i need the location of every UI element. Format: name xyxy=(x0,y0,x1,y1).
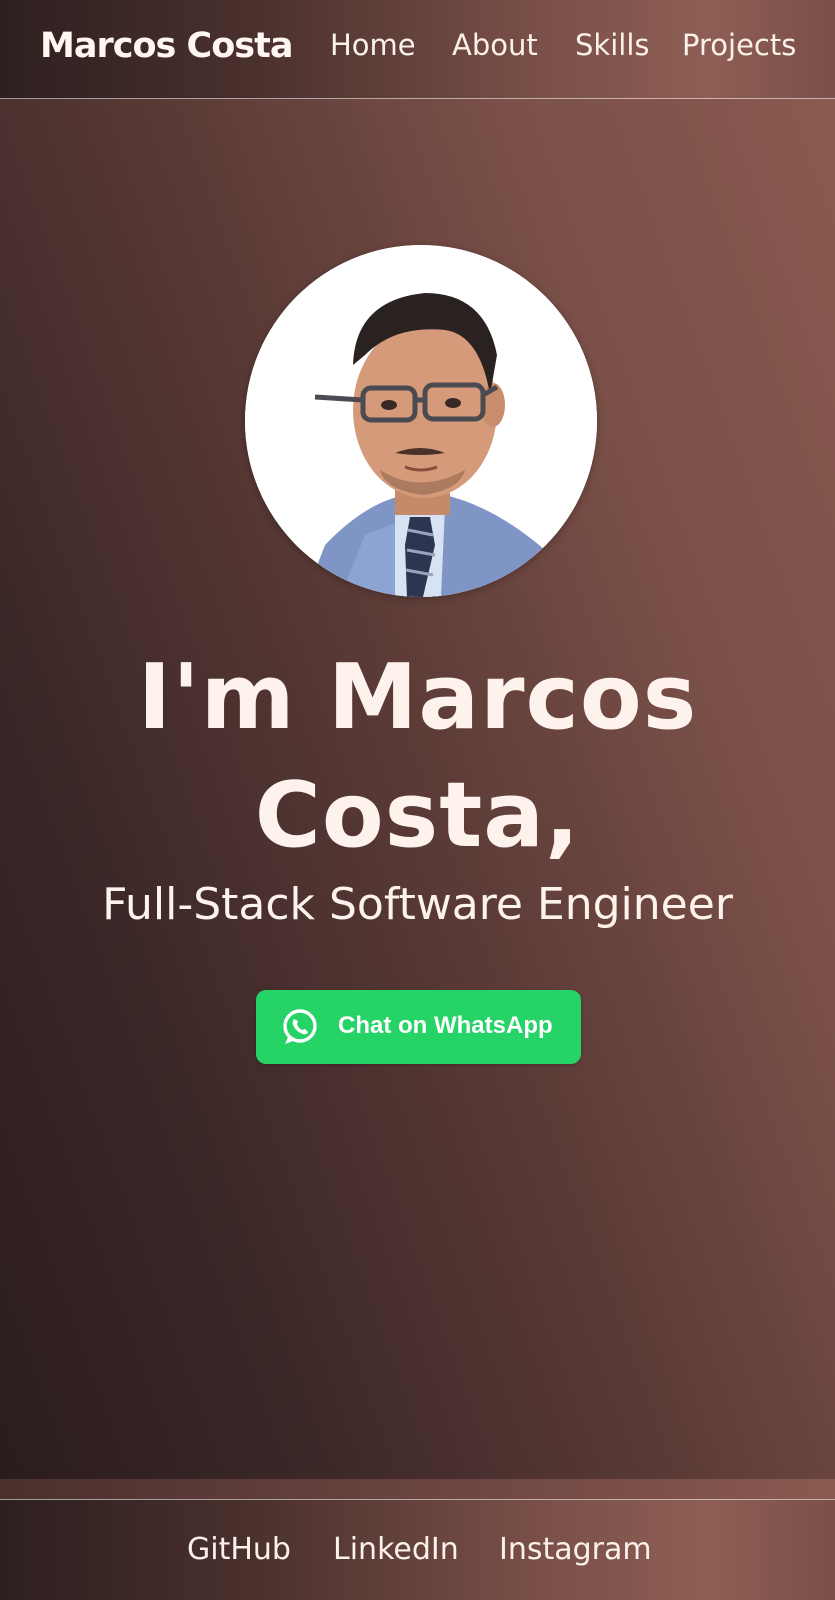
nav-skills[interactable]: Skills xyxy=(575,28,649,62)
headline-line-1: I'm Marcos xyxy=(137,645,698,750)
nav-projects[interactable]: Projects xyxy=(682,28,796,62)
site-footer: GitHub LinkedIn Instagram xyxy=(0,1499,835,1600)
hero-section: I'm Marcos Costa, Full-Stack Software En… xyxy=(0,99,835,1479)
nav-about[interactable]: About xyxy=(452,28,538,62)
site-header: Marcos Costa Home About Skills Projects xyxy=(0,0,835,99)
whatsapp-chat-label: Chat on WhatsApp xyxy=(338,1012,553,1039)
portrait-illustration xyxy=(245,245,597,597)
profile-avatar xyxy=(245,245,597,597)
whatsapp-icon xyxy=(280,1007,320,1047)
headline-line-2: Costa, xyxy=(254,763,581,868)
footer-divider-strip xyxy=(0,1479,835,1499)
nav-home[interactable]: Home xyxy=(330,28,416,62)
footer-link-github[interactable]: GitHub xyxy=(187,1532,291,1567)
whatsapp-chat-button[interactable]: Chat on WhatsApp xyxy=(256,990,581,1064)
main-nav: Home About Skills Projects xyxy=(0,28,835,68)
hero-subtitle: Full-Stack Software Engineer xyxy=(102,879,733,930)
footer-link-linkedin[interactable]: LinkedIn xyxy=(333,1532,459,1567)
hero-headline: I'm Marcos Costa, xyxy=(0,639,835,875)
footer-link-instagram[interactable]: Instagram xyxy=(499,1532,652,1567)
